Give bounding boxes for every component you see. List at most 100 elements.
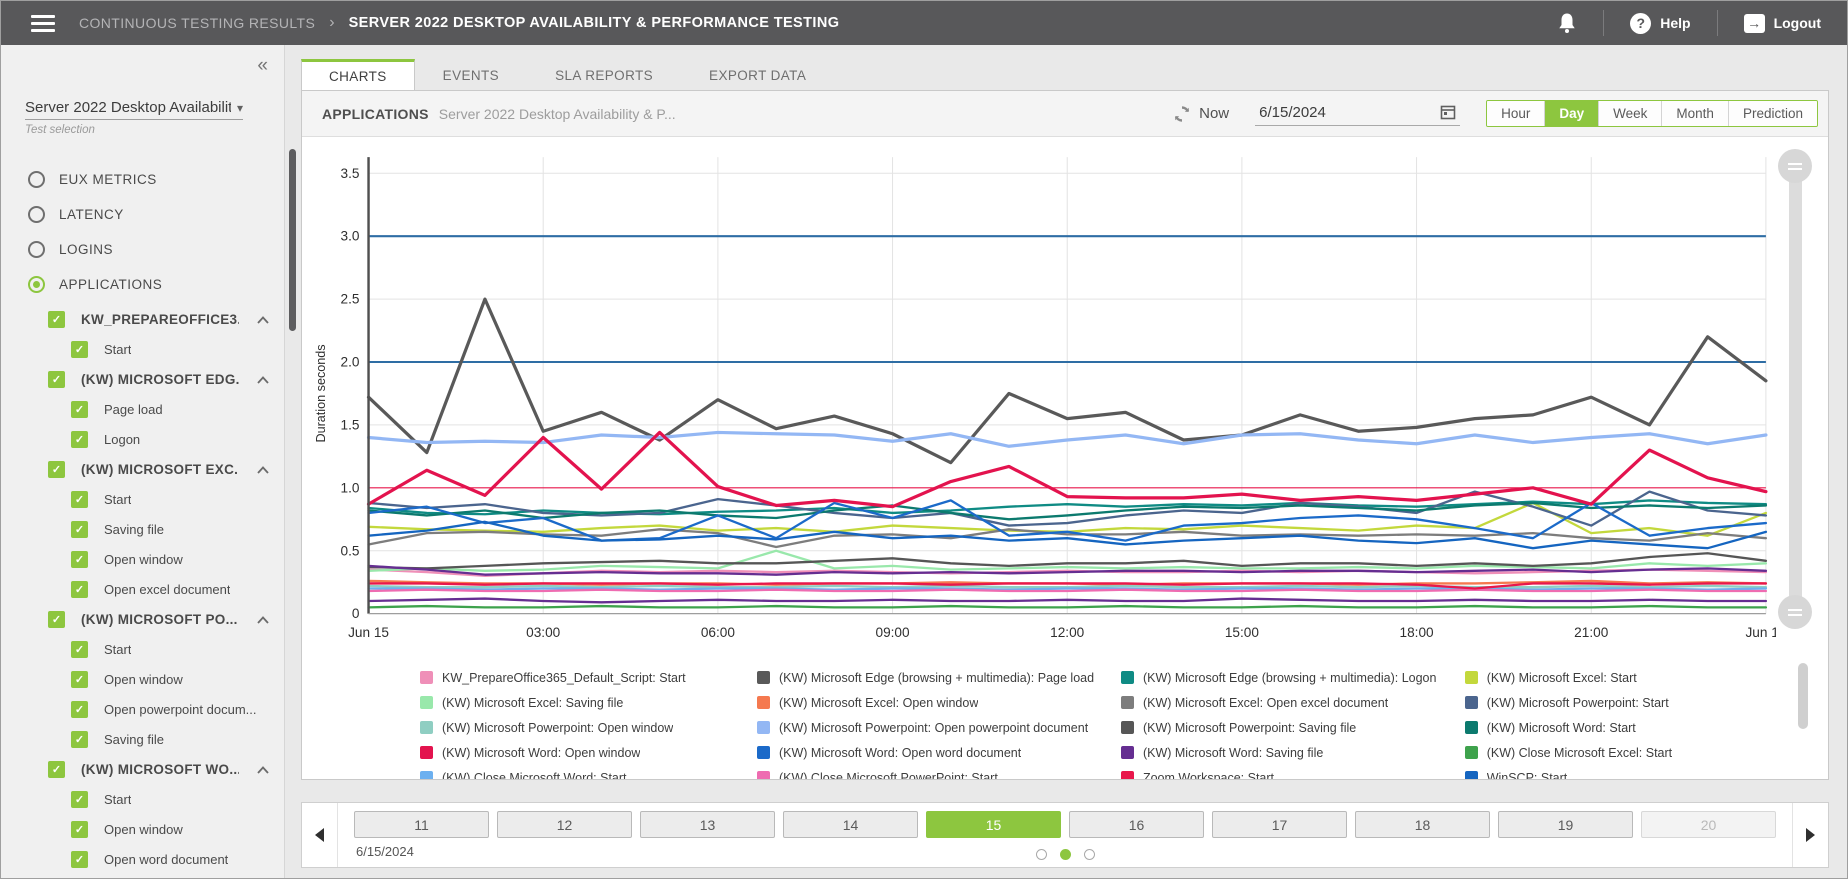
sidebar-scrollbar[interactable]	[289, 149, 296, 331]
legend-item-kw-prepareoffice365-default-script-start[interactable]: KW_PrepareOffice365_Default_Script: Star…	[420, 665, 757, 690]
tab-export-data[interactable]: EXPORT DATA	[681, 59, 834, 90]
checkbox-checked-icon[interactable]	[71, 701, 88, 718]
checkbox-checked-icon[interactable]	[48, 311, 65, 328]
legend-scrollbar[interactable]	[1798, 663, 1808, 767]
chevron-up-icon[interactable]	[257, 316, 268, 323]
tree-item-kw-microsoft-wo-open-window[interactable]: Open window	[1, 814, 284, 844]
help-button[interactable]: ? Help	[1604, 1, 1716, 45]
tree-group-kw-microsoft-exc[interactable]: (KW) MICROSOFT EXC...	[1, 454, 284, 484]
checkbox-checked-icon[interactable]	[71, 641, 88, 658]
legend-item-winscp-start[interactable]: WinSCP: Start	[1465, 765, 1768, 779]
chart-zoom-slider[interactable]	[1778, 149, 1812, 629]
tree-group-kw-microsoft-po[interactable]: (KW) MICROSOFT PO...	[1, 604, 284, 634]
day-button-16[interactable]: 16	[1069, 811, 1204, 838]
day-button-17[interactable]: 17	[1212, 811, 1347, 838]
legend-item-kw-microsoft-excel-open-window[interactable]: (KW) Microsoft Excel: Open window	[757, 690, 1121, 715]
menu-icon[interactable]	[31, 15, 55, 32]
tree-item-kw-microsoft-exc-open-window[interactable]: Open window	[1, 544, 284, 574]
legend-item-kw-microsoft-powerpoint-open-powerpoint-document[interactable]: (KW) Microsoft Powerpoint: Open powerpoi…	[757, 715, 1121, 740]
checkbox-checked-icon[interactable]	[71, 521, 88, 538]
breadcrumb-root[interactable]: CONTINUOUS TESTING RESULTS	[79, 15, 315, 31]
day-button-15[interactable]: 15	[926, 811, 1061, 838]
test-selection-dropdown[interactable]: Server 2022 Desktop Availabilit... ▾	[25, 99, 243, 120]
range-button-prediction[interactable]: Prediction	[1728, 101, 1817, 126]
tree-group-kw-microsoft-edg[interactable]: (KW) MICROSOFT EDG...	[1, 364, 284, 394]
chevron-up-icon[interactable]	[257, 616, 268, 623]
tree-group-kw-microsoft-wo[interactable]: (KW) MICROSOFT WO...	[1, 754, 284, 784]
pager-dot-2[interactable]	[1060, 849, 1071, 860]
sidebar-item-logins[interactable]: LOGINS	[1, 232, 284, 267]
tree-item-kw-microsoft-edg-page-load[interactable]: Page load	[1, 394, 284, 424]
day-button-14[interactable]: 14	[783, 811, 918, 838]
legend-item-kw-microsoft-word-start[interactable]: (KW) Microsoft Word: Start	[1465, 715, 1768, 740]
range-button-month[interactable]: Month	[1661, 101, 1728, 126]
checkbox-checked-icon[interactable]	[71, 791, 88, 808]
legend-item-kw-microsoft-powerpoint-open-window[interactable]: (KW) Microsoft Powerpoint: Open window	[420, 715, 757, 740]
legend-item-kw-microsoft-powerpoint-start[interactable]: (KW) Microsoft Powerpoint: Start	[1465, 690, 1768, 715]
pager-dot-1[interactable]	[1036, 849, 1047, 860]
checkbox-checked-icon[interactable]	[71, 851, 88, 868]
slider-handle-bottom[interactable]	[1778, 595, 1812, 629]
day-button-19[interactable]: 19	[1498, 811, 1633, 838]
pager-dot-3[interactable]	[1084, 849, 1095, 860]
checkbox-checked-icon[interactable]	[48, 371, 65, 388]
tree-item-kw-microsoft-edg-logon[interactable]: Logon	[1, 424, 284, 454]
checkbox-checked-icon[interactable]	[71, 731, 88, 748]
checkbox-checked-icon[interactable]	[71, 491, 88, 508]
checkbox-checked-icon[interactable]	[71, 551, 88, 568]
range-button-hour[interactable]: Hour	[1487, 101, 1544, 126]
legend-item-kw-close-microsoft-word-start[interactable]: (KW) Close Microsoft Word: Start	[420, 765, 757, 779]
checkbox-checked-icon[interactable]	[71, 431, 88, 448]
day-button-18[interactable]: 18	[1355, 811, 1490, 838]
checkbox-checked-icon[interactable]	[71, 581, 88, 598]
legend-item-kw-microsoft-powerpoint-saving-file[interactable]: (KW) Microsoft Powerpoint: Saving file	[1121, 715, 1465, 740]
sidebar-item-eux-metrics[interactable]: EUX METRICS	[1, 162, 284, 197]
legend-item-kw-microsoft-word-saving-file[interactable]: (KW) Microsoft Word: Saving file	[1121, 740, 1465, 765]
sidebar-item-latency[interactable]: LATENCY	[1, 197, 284, 232]
checkbox-checked-icon[interactable]	[48, 611, 65, 628]
chevron-up-icon[interactable]	[257, 466, 268, 473]
checkbox-checked-icon[interactable]	[71, 401, 88, 418]
legend-item-kw-close-microsoft-powerpoint-start[interactable]: (KW) Close Microsoft PowerPoint: Start	[757, 765, 1121, 779]
legend-item-kw-microsoft-excel-start[interactable]: (KW) Microsoft Excel: Start	[1465, 665, 1768, 690]
tree-item-kw-microsoft-wo-start[interactable]: Start	[1, 784, 284, 814]
legend-item-kw-microsoft-word-open-word-document[interactable]: (KW) Microsoft Word: Open word document	[757, 740, 1121, 765]
legend-item-kw-microsoft-edge-browsing-multimedia-logon[interactable]: (KW) Microsoft Edge (browsing + multimed…	[1121, 665, 1465, 690]
tree-item-kw-microsoft-exc-start[interactable]: Start	[1, 484, 284, 514]
tab-sla-reports[interactable]: SLA REPORTS	[527, 59, 681, 90]
chevron-up-icon[interactable]	[257, 376, 268, 383]
tree-item-kw-microsoft-wo-open-word-document[interactable]: Open word document	[1, 844, 284, 874]
tab-charts[interactable]: CHARTS	[301, 59, 415, 91]
checkbox-checked-icon[interactable]	[48, 461, 65, 478]
slider-handle-top[interactable]	[1778, 149, 1812, 183]
legend-item-kw-microsoft-excel-saving-file[interactable]: (KW) Microsoft Excel: Saving file	[420, 690, 757, 715]
tree-item-kw-microsoft-po-start[interactable]: Start	[1, 634, 284, 664]
tree-item-kw-microsoft-po-open-window[interactable]: Open window	[1, 664, 284, 694]
sidebar-item-applications[interactable]: APPLICATIONS	[1, 267, 284, 302]
notifications-button[interactable]	[1531, 1, 1603, 45]
refresh-now-button[interactable]: Now	[1173, 105, 1229, 123]
legend-item-kw-close-microsoft-excel-start[interactable]: (KW) Close Microsoft Excel: Start	[1465, 740, 1768, 765]
checkbox-checked-icon[interactable]	[71, 671, 88, 688]
legend-item-kw-microsoft-word-open-window[interactable]: (KW) Microsoft Word: Open window	[420, 740, 757, 765]
tree-item-kw-prepareoffice3-start[interactable]: Start	[1, 334, 284, 364]
date-picker-input[interactable]: 6/15/2024	[1255, 102, 1460, 126]
range-button-day[interactable]: Day	[1544, 101, 1598, 126]
chevron-up-icon[interactable]	[257, 766, 268, 773]
tree-group-kw-prepareoffice3[interactable]: KW_PREPAREOFFICE3...	[1, 304, 284, 334]
next-page-arrow[interactable]	[1792, 803, 1828, 867]
tree-item-kw-microsoft-exc-saving-file[interactable]: Saving file	[1, 514, 284, 544]
tree-item-kw-microsoft-po-saving-file[interactable]: Saving file	[1, 724, 284, 754]
tree-item-kw-microsoft-po-open-powerpoint-docum[interactable]: Open powerpoint docum...	[1, 694, 284, 724]
checkbox-checked-icon[interactable]	[48, 761, 65, 778]
checkbox-checked-icon[interactable]	[71, 341, 88, 358]
logout-button[interactable]: → Logout	[1718, 1, 1847, 45]
legend-item-zoom-workspace-start[interactable]: Zoom Workspace: Start	[1121, 765, 1465, 779]
day-button-13[interactable]: 13	[640, 811, 775, 838]
tree-item-kw-microsoft-exc-open-excel-document[interactable]: Open excel document	[1, 574, 284, 604]
checkbox-checked-icon[interactable]	[71, 821, 88, 838]
sidebar-collapse-icon[interactable]: «	[257, 55, 268, 77]
day-button-11[interactable]: 11	[354, 811, 489, 838]
day-button-12[interactable]: 12	[497, 811, 632, 838]
previous-page-arrow[interactable]	[302, 803, 338, 867]
